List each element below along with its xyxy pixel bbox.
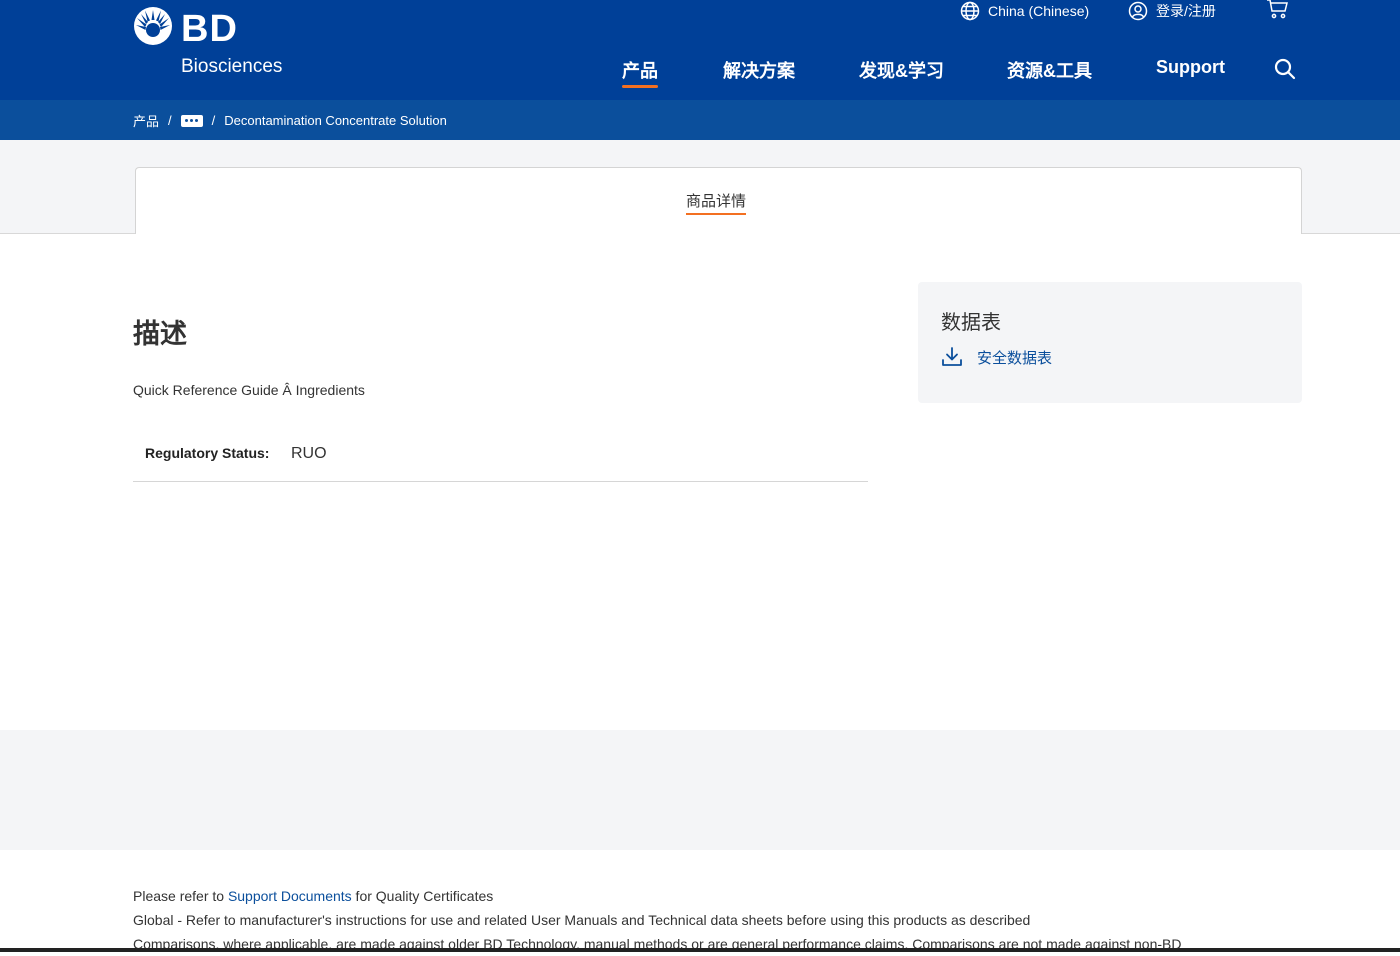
- brand-sub: Biosciences: [181, 56, 283, 77]
- download-icon: [942, 347, 962, 366]
- footer-line-1: Please refer to Support Documents for Qu…: [133, 884, 1293, 908]
- site-header: BD Biosciences China (Chinese) 登录/注册 产品 …: [0, 0, 1400, 100]
- footer-line-3: Comparisons, where applicable, are made …: [133, 936, 1182, 952]
- nav-support[interactable]: Support: [1156, 57, 1225, 78]
- regulatory-value: RUO: [291, 445, 327, 462]
- region-label: China (Chinese): [988, 3, 1090, 19]
- cart-icon: [1267, 0, 1288, 19]
- footer-line-1-post: for Quality Certificates: [351, 888, 494, 904]
- regulatory-label: Regulatory Status:: [145, 445, 270, 461]
- regulatory-status-row: Regulatory Status: RUO: [133, 433, 868, 482]
- footer-line-1-pre: Please refer to: [133, 888, 228, 904]
- tab-product-details[interactable]: 商品详情: [686, 190, 747, 215]
- region-selector[interactable]: China (Chinese): [960, 0, 1089, 22]
- globe-icon: [960, 1, 980, 21]
- description-title: 描述: [133, 319, 187, 349]
- breadcrumb-root[interactable]: 产品: [133, 111, 159, 130]
- nav-resources-tools[interactable]: 资源&工具: [1007, 57, 1092, 83]
- nav-products[interactable]: 产品: [622, 57, 658, 88]
- datasheets-title: 数据表: [941, 312, 1001, 334]
- user-icon: [1128, 1, 1148, 21]
- bottom-border: [0, 948, 1400, 952]
- nav-discover-learn[interactable]: 发现&学习: [859, 57, 944, 83]
- support-documents-link[interactable]: Support Documents: [228, 888, 352, 904]
- nav-solutions[interactable]: 解决方案: [723, 57, 795, 83]
- bd-logo-icon: [134, 7, 172, 45]
- more-icon[interactable]: [180, 114, 203, 127]
- tab-card: 商品详情: [135, 167, 1302, 234]
- grey-band: [0, 730, 1400, 850]
- safety-datasheet-label: 安全数据表: [977, 349, 1053, 367]
- breadcrumb: 产品 / / Decontamination Concentrate Solut…: [133, 111, 447, 130]
- breadcrumb-separator: /: [168, 113, 172, 128]
- breadcrumb-bar: 产品 / / Decontamination Concentrate Solut…: [0, 100, 1400, 140]
- datasheets-panel: 数据表 安全数据表: [918, 282, 1302, 403]
- breadcrumb-current: Decontamination Concentrate Solution: [224, 113, 447, 128]
- description-text: Quick Reference Guide Â Ingredients: [133, 382, 365, 398]
- footer-notes: Please refer to Support Documents for Qu…: [133, 884, 1293, 956]
- brand-name: BD: [181, 8, 238, 50]
- bd-logo[interactable]: BD Biosciences: [133, 6, 293, 86]
- cart-button[interactable]: [1266, 0, 1298, 20]
- footer-line-2: Global - Refer to manufacturer's instruc…: [133, 912, 1031, 928]
- login-link[interactable]: 登录/注册: [1128, 0, 1216, 22]
- breadcrumb-separator: /: [211, 113, 216, 128]
- safety-datasheet-link[interactable]: 安全数据表: [941, 346, 1052, 368]
- login-label: 登录/注册: [1156, 3, 1216, 19]
- search-icon[interactable]: [1274, 58, 1296, 80]
